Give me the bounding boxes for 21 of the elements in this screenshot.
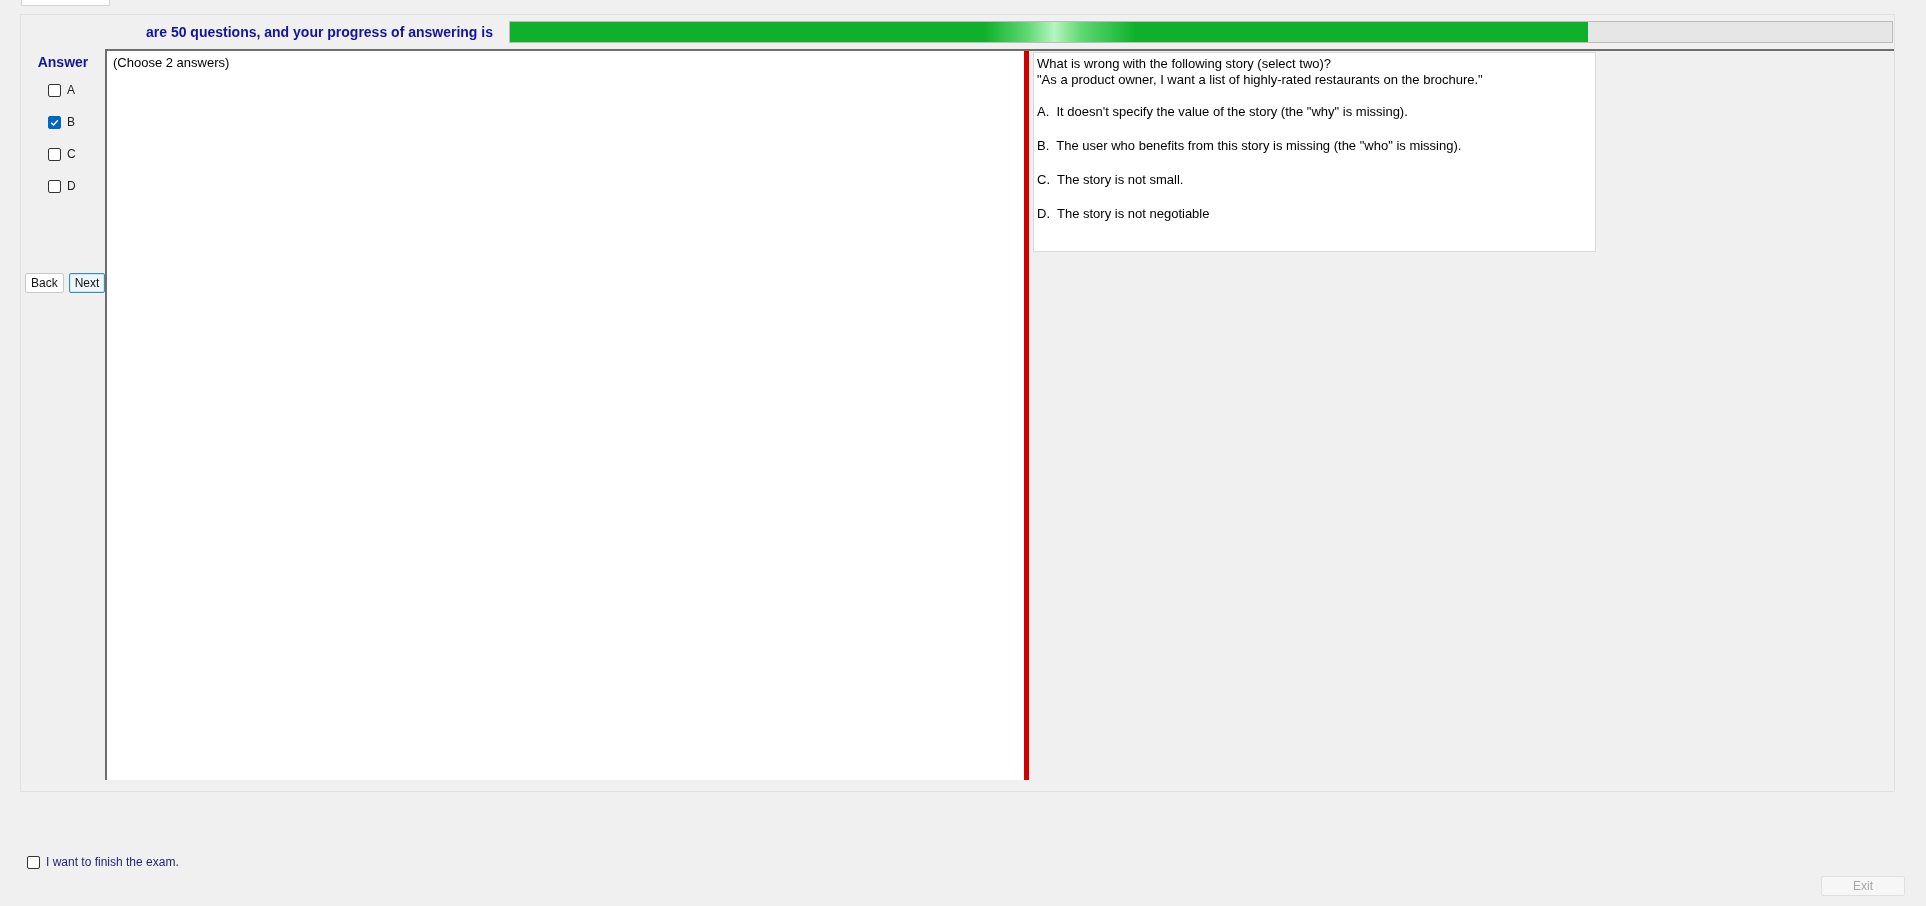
instruction-text: (Choose 2 answers) <box>113 55 230 70</box>
next-button[interactable]: Next <box>68 273 106 293</box>
back-button[interactable]: Back <box>25 273 64 293</box>
option-text: A. It doesn't specify the value of the story (the "why" is missing). <box>1037 104 1408 120</box>
progress-text: are 50 questions, and your progress of answering is <box>146 24 493 40</box>
checkbox-label[interactable]: I want to finish the exam. <box>46 855 179 869</box>
checkbox[interactable] <box>48 147 61 161</box>
story-text: "As a product owner, I want a list of highly-rated restaurants on the brochure." <box>1037 72 1483 88</box>
checkbox-label[interactable]: B <box>67 115 75 129</box>
checkbox-label[interactable]: D <box>67 179 76 193</box>
option-text: B. The user who benefits from this story is missing (the "who" is missing). <box>1037 138 1462 154</box>
checkbox-label[interactable]: C <box>67 147 76 161</box>
checkbox[interactable] <box>48 179 61 193</box>
question-text: What is wrong with the following story (select two)? <box>1037 56 1332 72</box>
answer-heading: Answer <box>37 54 89 70</box>
checkbox-label[interactable]: A <box>67 83 75 97</box>
checkbox[interactable] <box>48 83 61 97</box>
option-text: D. The story is not negotiable <box>1037 206 1210 222</box>
option-text: C. The story is not small. <box>1037 172 1184 188</box>
checkbox[interactable] <box>27 855 40 869</box>
checkbox[interactable] <box>48 115 61 129</box>
